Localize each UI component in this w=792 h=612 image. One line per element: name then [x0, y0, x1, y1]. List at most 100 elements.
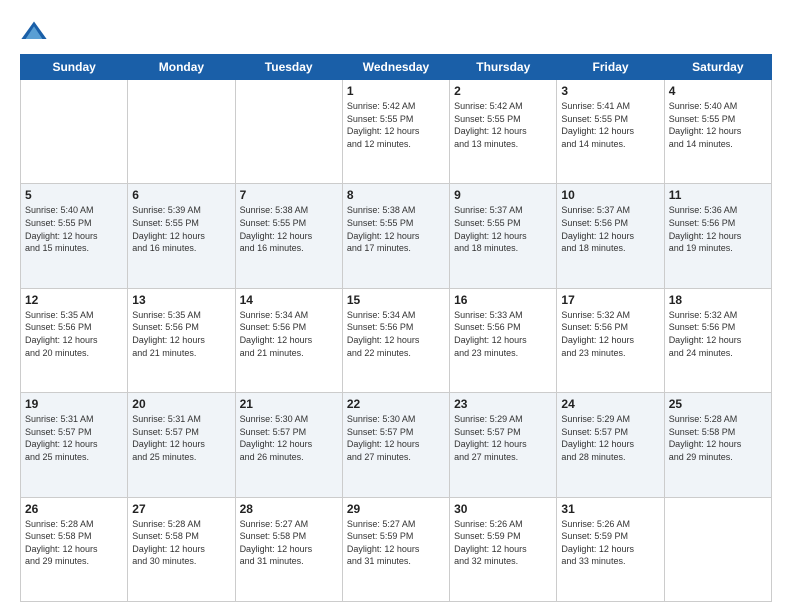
cell-info: Sunrise: 5:31 AM Sunset: 5:57 PM Dayligh…	[25, 413, 123, 463]
weekday-header-thursday: Thursday	[450, 55, 557, 80]
calendar-cell: 4 Sunrise: 5:40 AM Sunset: 5:55 PM Daylig…	[664, 80, 771, 184]
calendar-cell: 30Sunrise: 5:26 AM Sunset: 5:59 PM Dayli…	[450, 497, 557, 601]
day-number: 20	[132, 397, 230, 411]
header	[20, 18, 772, 46]
calendar-cell: 20 Sunrise: 5:31 AM Sunset: 5:57 PM Dayli…	[128, 393, 235, 497]
day-number: 26	[25, 502, 123, 516]
calendar-week-3: 12 Sunrise: 5:35 AM Sunset: 5:56 PM Dayli…	[21, 288, 772, 392]
logo-icon	[20, 18, 48, 46]
calendar-cell: 17 Sunrise: 5:32 AM Sunset: 5:56 PM Dayli…	[557, 288, 664, 392]
calendar-cell: 29 Sunrise: 5:27 AM Sunset: 5:59 PM Dayli…	[342, 497, 449, 601]
day-number: 10	[561, 188, 659, 202]
cell-info: Sunrise: 5:37 AM Sunset: 5:55 PM Dayligh…	[454, 204, 552, 254]
cell-info: Sunrise: 5:29 AM Sunset: 5:57 PM Dayligh…	[561, 413, 659, 463]
calendar-cell: 1Sunrise: 5:42 AM Sunset: 5:55 PM Daylig…	[342, 80, 449, 184]
day-number: 1	[347, 84, 445, 98]
calendar-cell: 28 Sunrise: 5:27 AM Sunset: 5:58 PM Dayli…	[235, 497, 342, 601]
calendar-week-5: 26 Sunrise: 5:28 AM Sunset: 5:58 PM Dayli…	[21, 497, 772, 601]
calendar-cell	[21, 80, 128, 184]
day-number: 22	[347, 397, 445, 411]
day-number: 15	[347, 293, 445, 307]
day-number: 23	[454, 397, 552, 411]
day-number: 17	[561, 293, 659, 307]
cell-info: Sunrise: 5:32 AM Sunset: 5:56 PM Dayligh…	[669, 309, 767, 359]
day-number: 5	[25, 188, 123, 202]
day-number: 12	[25, 293, 123, 307]
day-number: 4	[669, 84, 767, 98]
day-number: 3	[561, 84, 659, 98]
cell-info: Sunrise: 5:28 AM Sunset: 5:58 PM Dayligh…	[132, 518, 230, 568]
weekday-header-monday: Monday	[128, 55, 235, 80]
day-number: 16	[454, 293, 552, 307]
day-number: 11	[669, 188, 767, 202]
calendar-cell: 15 Sunrise: 5:34 AM Sunset: 5:56 PM Dayli…	[342, 288, 449, 392]
calendar-cell: 23 Sunrise: 5:29 AM Sunset: 5:57 PM Dayli…	[450, 393, 557, 497]
cell-info: Sunrise: 5:36 AM Sunset: 5:56 PM Dayligh…	[669, 204, 767, 254]
cell-info: Sunrise: 5:33 AM Sunset: 5:56 PM Dayligh…	[454, 309, 552, 359]
cell-info: Sunrise: 5:30 AM Sunset: 5:57 PM Dayligh…	[347, 413, 445, 463]
calendar-cell: 26 Sunrise: 5:28 AM Sunset: 5:58 PM Dayli…	[21, 497, 128, 601]
cell-info: Sunrise: 5:40 AM Sunset: 5:55 PM Dayligh…	[669, 100, 767, 150]
day-number: 8	[347, 188, 445, 202]
day-number: 2	[454, 84, 552, 98]
calendar-cell	[664, 497, 771, 601]
calendar-cell: 12 Sunrise: 5:35 AM Sunset: 5:56 PM Dayli…	[21, 288, 128, 392]
calendar-cell: 19 Sunrise: 5:31 AM Sunset: 5:57 PM Dayli…	[21, 393, 128, 497]
calendar-cell: 21 Sunrise: 5:30 AM Sunset: 5:57 PM Dayli…	[235, 393, 342, 497]
cell-info: Sunrise: 5:27 AM Sunset: 5:58 PM Dayligh…	[240, 518, 338, 568]
cell-info: Sunrise: 5:39 AM Sunset: 5:55 PM Dayligh…	[132, 204, 230, 254]
weekday-header-tuesday: Tuesday	[235, 55, 342, 80]
calendar-cell: 13 Sunrise: 5:35 AM Sunset: 5:56 PM Dayli…	[128, 288, 235, 392]
cell-info: Sunrise: 5:29 AM Sunset: 5:57 PM Dayligh…	[454, 413, 552, 463]
day-number: 14	[240, 293, 338, 307]
logo	[20, 18, 52, 46]
day-number: 31	[561, 502, 659, 516]
day-number: 29	[347, 502, 445, 516]
calendar-cell: 9 Sunrise: 5:37 AM Sunset: 5:55 PM Daylig…	[450, 184, 557, 288]
day-number: 9	[454, 188, 552, 202]
weekday-header-saturday: Saturday	[664, 55, 771, 80]
calendar-cell: 8Sunrise: 5:38 AM Sunset: 5:55 PM Daylig…	[342, 184, 449, 288]
calendar-cell: 6 Sunrise: 5:39 AM Sunset: 5:55 PM Daylig…	[128, 184, 235, 288]
page: SundayMondayTuesdayWednesdayThursdayFrid…	[0, 0, 792, 612]
day-number: 27	[132, 502, 230, 516]
weekday-header-sunday: Sunday	[21, 55, 128, 80]
calendar-cell: 2Sunrise: 5:42 AM Sunset: 5:55 PM Daylig…	[450, 80, 557, 184]
cell-info: Sunrise: 5:32 AM Sunset: 5:56 PM Dayligh…	[561, 309, 659, 359]
calendar-cell: 18Sunrise: 5:32 AM Sunset: 5:56 PM Dayli…	[664, 288, 771, 392]
weekday-header-row: SundayMondayTuesdayWednesdayThursdayFrid…	[21, 55, 772, 80]
day-number: 30	[454, 502, 552, 516]
calendar-cell: 27 Sunrise: 5:28 AM Sunset: 5:58 PM Dayli…	[128, 497, 235, 601]
cell-info: Sunrise: 5:28 AM Sunset: 5:58 PM Dayligh…	[669, 413, 767, 463]
calendar-cell: 31 Sunrise: 5:26 AM Sunset: 5:59 PM Dayli…	[557, 497, 664, 601]
calendar-cell	[128, 80, 235, 184]
calendar-cell: 16 Sunrise: 5:33 AM Sunset: 5:56 PM Dayli…	[450, 288, 557, 392]
cell-info: Sunrise: 5:34 AM Sunset: 5:56 PM Dayligh…	[240, 309, 338, 359]
cell-info: Sunrise: 5:30 AM Sunset: 5:57 PM Dayligh…	[240, 413, 338, 463]
day-number: 13	[132, 293, 230, 307]
cell-info: Sunrise: 5:35 AM Sunset: 5:56 PM Dayligh…	[132, 309, 230, 359]
calendar-cell: 22 Sunrise: 5:30 AM Sunset: 5:57 PM Dayli…	[342, 393, 449, 497]
cell-info: Sunrise: 5:38 AM Sunset: 5:55 PM Dayligh…	[240, 204, 338, 254]
day-number: 24	[561, 397, 659, 411]
calendar-cell	[235, 80, 342, 184]
cell-info: Sunrise: 5:31 AM Sunset: 5:57 PM Dayligh…	[132, 413, 230, 463]
day-number: 28	[240, 502, 338, 516]
calendar-cell: 24 Sunrise: 5:29 AM Sunset: 5:57 PM Dayli…	[557, 393, 664, 497]
calendar-table: SundayMondayTuesdayWednesdayThursdayFrid…	[20, 54, 772, 602]
calendar-cell: 3Sunrise: 5:41 AM Sunset: 5:55 PM Daylig…	[557, 80, 664, 184]
cell-info: Sunrise: 5:40 AM Sunset: 5:55 PM Dayligh…	[25, 204, 123, 254]
day-number: 21	[240, 397, 338, 411]
calendar-cell: 14 Sunrise: 5:34 AM Sunset: 5:56 PM Dayli…	[235, 288, 342, 392]
cell-info: Sunrise: 5:27 AM Sunset: 5:59 PM Dayligh…	[347, 518, 445, 568]
cell-info: Sunrise: 5:34 AM Sunset: 5:56 PM Dayligh…	[347, 309, 445, 359]
day-number: 19	[25, 397, 123, 411]
calendar-week-4: 19 Sunrise: 5:31 AM Sunset: 5:57 PM Dayli…	[21, 393, 772, 497]
cell-info: Sunrise: 5:35 AM Sunset: 5:56 PM Dayligh…	[25, 309, 123, 359]
cell-info: Sunrise: 5:26 AM Sunset: 5:59 PM Dayligh…	[561, 518, 659, 568]
day-number: 6	[132, 188, 230, 202]
calendar-cell: 25 Sunrise: 5:28 AM Sunset: 5:58 PM Dayli…	[664, 393, 771, 497]
day-number: 7	[240, 188, 338, 202]
day-number: 25	[669, 397, 767, 411]
cell-info: Sunrise: 5:28 AM Sunset: 5:58 PM Dayligh…	[25, 518, 123, 568]
